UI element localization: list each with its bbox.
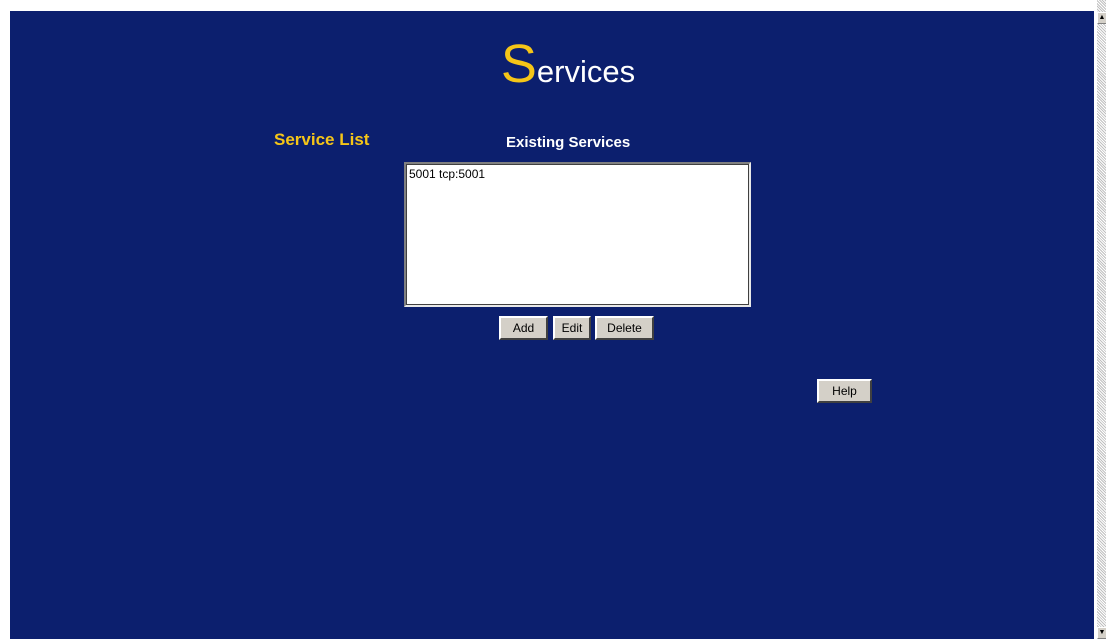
list-item[interactable]: 5001 tcp:5001	[409, 167, 746, 181]
vertical-scrollbar[interactable]: ▲ ▼	[1096, 0, 1106, 639]
browser-viewport: Services Service List Existing Services …	[0, 0, 1106, 639]
scroll-up-arrow-icon[interactable]: ▲	[1097, 12, 1106, 24]
services-page	[10, 11, 1094, 639]
delete-button[interactable]: Delete	[595, 316, 654, 340]
existing-services-listbox[interactable]: 5001 tcp:5001	[404, 162, 751, 307]
existing-services-heading: Existing Services	[506, 134, 631, 151]
page-title-initial: S	[500, 34, 537, 94]
page-title-rest: ervices	[536, 54, 636, 89]
edit-button[interactable]: Edit	[553, 316, 591, 340]
add-button[interactable]: Add	[499, 316, 548, 340]
page-title: Services	[0, 37, 1106, 98]
section-label: Service List	[274, 130, 370, 149]
help-button[interactable]: Help	[817, 379, 872, 403]
scroll-down-arrow-icon[interactable]: ▼	[1097, 627, 1106, 639]
